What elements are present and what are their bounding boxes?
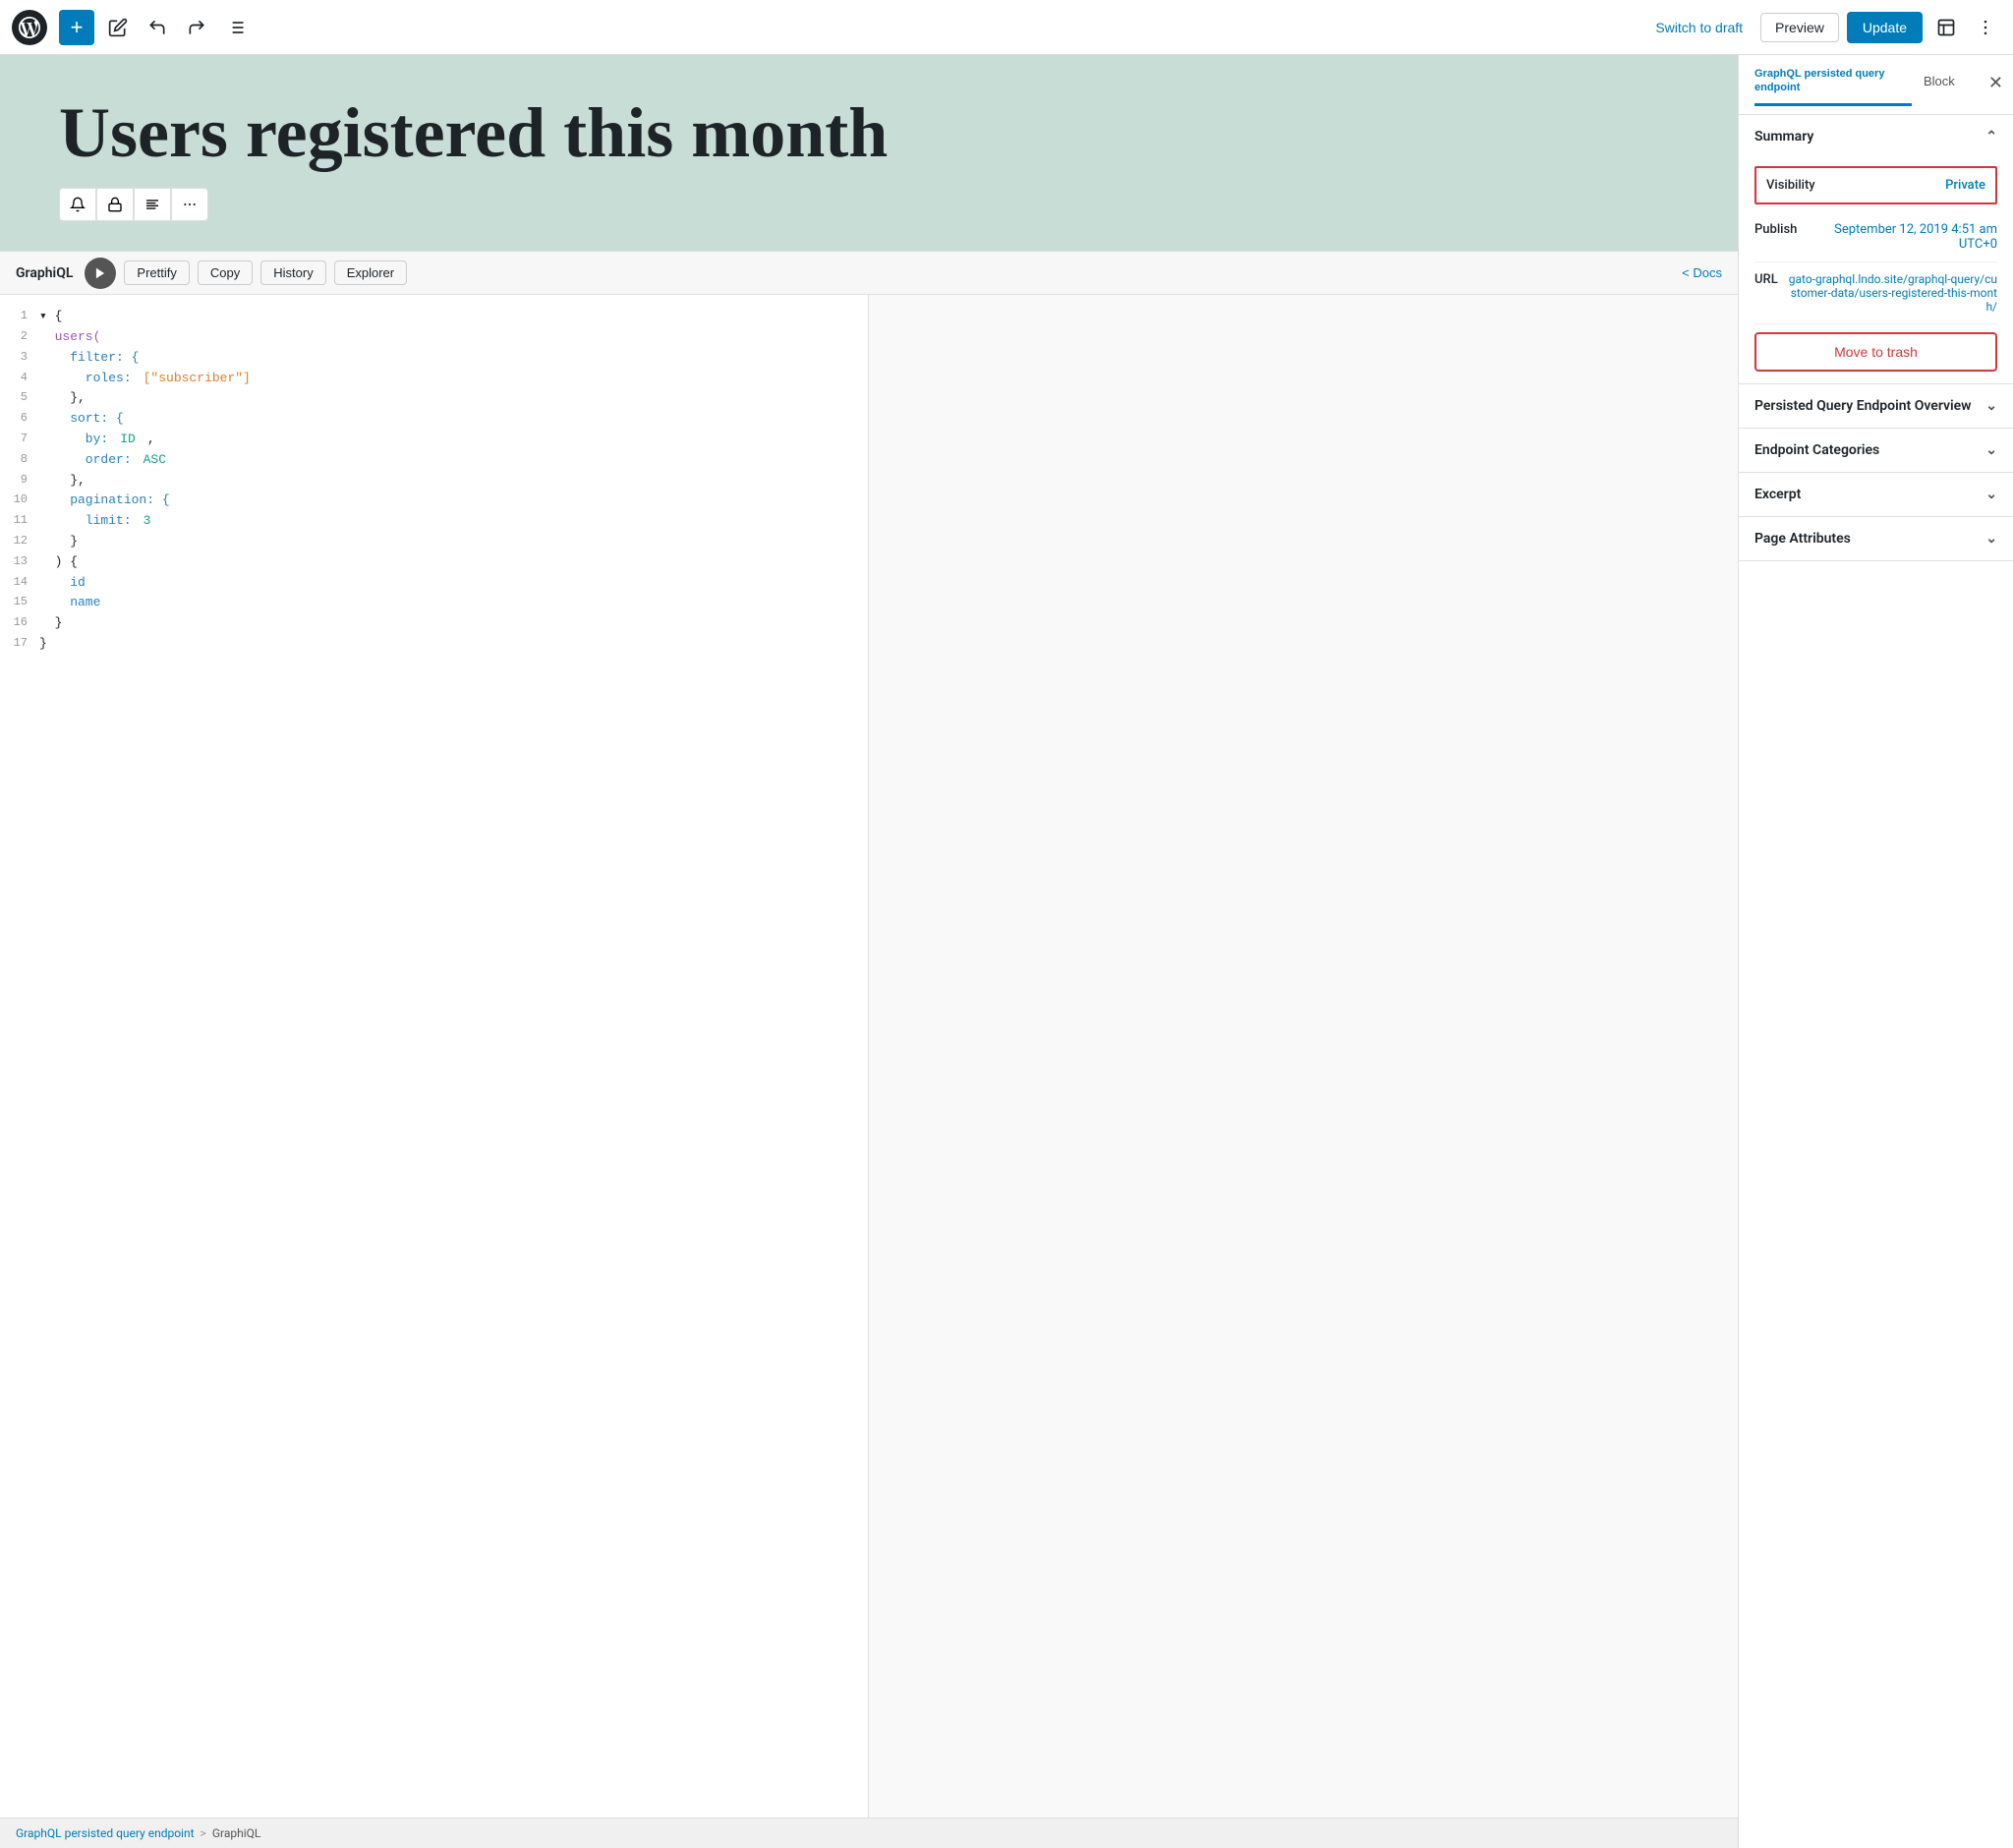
- persisted-query-overview-heading[interactable]: Persisted Query Endpoint Overview ⌄: [1739, 384, 2013, 428]
- wordpress-logo: [12, 10, 47, 45]
- publish-row: Publish September 12, 2019 4:51 am UTC+0: [1754, 212, 1997, 262]
- editor-area: Users registered this month GraphiQL: [0, 55, 1738, 1848]
- history-button[interactable]: History: [260, 260, 325, 285]
- block-toolbar: [59, 188, 1679, 221]
- code-line-9: 9 },: [8, 471, 860, 491]
- copy-button[interactable]: Copy: [198, 260, 253, 285]
- code-line-10: 10 pagination: {: [8, 491, 860, 511]
- code-line-2: 2 users(: [8, 327, 860, 348]
- code-line-12: 12 }: [8, 532, 860, 552]
- status-bar: GraphQL persisted query endpoint > Graph…: [0, 1818, 1738, 1848]
- url-value[interactable]: gato-graphql.lndo.site/graphql-query/cus…: [1786, 272, 1997, 314]
- code-line-14: 14 id: [8, 573, 860, 594]
- block-bell-icon-button[interactable]: [59, 188, 96, 221]
- url-row: URL gato-graphql.lndo.site/graphql-query…: [1754, 262, 1997, 324]
- page-attributes-panel: Page Attributes ⌄: [1739, 517, 2013, 561]
- code-line-1: 1 ▾ {: [8, 307, 860, 327]
- hero-block: Users registered this month: [0, 55, 1738, 251]
- code-line-8: 8 order: ASC: [8, 450, 860, 471]
- breadcrumb-separator: >: [201, 1826, 206, 1840]
- publish-value[interactable]: September 12, 2019 4:51 am UTC+0: [1805, 222, 1997, 252]
- persisted-query-overview-label: Persisted Query Endpoint Overview: [1754, 398, 1972, 414]
- code-line-15: 15 name: [8, 593, 860, 613]
- summary-chevron-icon: ⌃: [1985, 129, 1997, 144]
- tab-block[interactable]: Block: [1912, 63, 1967, 106]
- more-options-button[interactable]: [1970, 12, 2001, 43]
- right-sidebar: GraphQL persisted query endpoint Block ✕…: [1738, 55, 2013, 1848]
- docs-button[interactable]: < Docs: [1682, 265, 1722, 280]
- explorer-button[interactable]: Explorer: [334, 260, 407, 285]
- code-line-13: 13 ) {: [8, 552, 860, 573]
- sidebar-document-tab-title: GraphQL persisted query endpoint Block: [1754, 63, 1967, 106]
- block-align-icon-button[interactable]: [134, 188, 171, 221]
- excerpt-heading[interactable]: Excerpt ⌄: [1739, 473, 2013, 516]
- code-line-11: 11 limit: 3: [8, 511, 860, 532]
- summary-panel: Summary ⌃ Visibility Private Publish Sep…: [1739, 115, 2013, 384]
- code-line-16: 16 }: [8, 613, 860, 634]
- summary-content: Visibility Private Publish September 12,…: [1739, 166, 2013, 383]
- switch-to-draft-button[interactable]: Switch to draft: [1645, 14, 1753, 41]
- add-block-button[interactable]: +: [59, 10, 94, 45]
- breadcrumb-root[interactable]: GraphQL persisted query endpoint: [16, 1826, 195, 1840]
- excerpt-chevron-icon: ⌄: [1985, 487, 1997, 502]
- endpoint-categories-chevron-icon: ⌄: [1985, 442, 1997, 458]
- excerpt-panel: Excerpt ⌄: [1739, 473, 2013, 517]
- run-query-button[interactable]: [85, 258, 116, 289]
- graphiql-header: GraphiQL Prettify Copy History Explorer …: [0, 252, 1738, 295]
- visibility-label: Visibility: [1766, 178, 1815, 193]
- preview-button[interactable]: Preview: [1760, 13, 1839, 42]
- graphiql-section: GraphiQL Prettify Copy History Explorer …: [0, 251, 1738, 1818]
- page-attributes-chevron-icon: ⌄: [1985, 531, 1997, 547]
- undo-button[interactable]: [142, 12, 173, 43]
- persisted-query-chevron-icon: ⌄: [1985, 398, 1997, 414]
- code-line-4: 4 roles: ["subscriber"]: [8, 369, 860, 389]
- prettify-button[interactable]: Prettify: [124, 260, 189, 285]
- graphiql-editor[interactable]: 1 ▾ { 2 users( 3 filter: { 4: [0, 295, 869, 1818]
- excerpt-label: Excerpt: [1754, 487, 1801, 502]
- code-line-5: 5 },: [8, 388, 860, 409]
- visibility-value: Private: [1945, 178, 1985, 193]
- breadcrumb-current: GraphiQL: [212, 1826, 261, 1840]
- list-view-button[interactable]: [220, 12, 252, 43]
- block-more-options-button[interactable]: [171, 188, 208, 221]
- main-layout: Users registered this month GraphiQL: [0, 55, 2013, 1848]
- code-line-6: 6 sort: {: [8, 409, 860, 430]
- graphiql-results: [869, 295, 1738, 1818]
- url-label: URL: [1754, 272, 1778, 287]
- page-attributes-heading[interactable]: Page Attributes ⌄: [1739, 517, 2013, 560]
- graphiql-body: 1 ▾ { 2 users( 3 filter: { 4: [0, 295, 1738, 1818]
- persisted-query-overview-panel: Persisted Query Endpoint Overview ⌄: [1739, 384, 2013, 429]
- graphiql-title: GraphiQL: [16, 265, 73, 281]
- redo-button[interactable]: [181, 12, 212, 43]
- sidebar-close-button[interactable]: ✕: [1979, 63, 2013, 103]
- summary-heading[interactable]: Summary ⌃: [1739, 115, 2013, 158]
- page-title: Users registered this month: [59, 94, 1679, 172]
- edit-pencil-button[interactable]: [102, 12, 134, 43]
- update-button[interactable]: Update: [1847, 12, 1923, 43]
- block-lock-icon-button[interactable]: [96, 188, 134, 221]
- endpoint-categories-panel: Endpoint Categories ⌄: [1739, 429, 2013, 473]
- code-line-3: 3 filter: {: [8, 348, 860, 369]
- endpoint-categories-label: Endpoint Categories: [1754, 442, 1879, 458]
- page-attributes-label: Page Attributes: [1754, 531, 1851, 547]
- code-line-17: 17 }: [8, 634, 860, 655]
- code-lines: 1 ▾ { 2 users( 3 filter: { 4: [8, 307, 860, 655]
- settings-toggle-button[interactable]: [1930, 12, 1962, 43]
- code-line-7: 7 by: ID,: [8, 430, 860, 450]
- sidebar-header: GraphQL persisted query endpoint Block ✕: [1739, 55, 2013, 115]
- publish-label: Publish: [1754, 222, 1797, 237]
- summary-label: Summary: [1754, 129, 1813, 144]
- endpoint-categories-heading[interactable]: Endpoint Categories ⌄: [1739, 429, 2013, 472]
- move-to-trash-button[interactable]: Move to trash: [1754, 332, 1997, 372]
- visibility-row[interactable]: Visibility Private: [1754, 166, 1997, 204]
- tab-document[interactable]: GraphQL persisted query endpoint: [1754, 63, 1912, 106]
- main-toolbar: + Switch to draft Preview Update: [0, 0, 2013, 55]
